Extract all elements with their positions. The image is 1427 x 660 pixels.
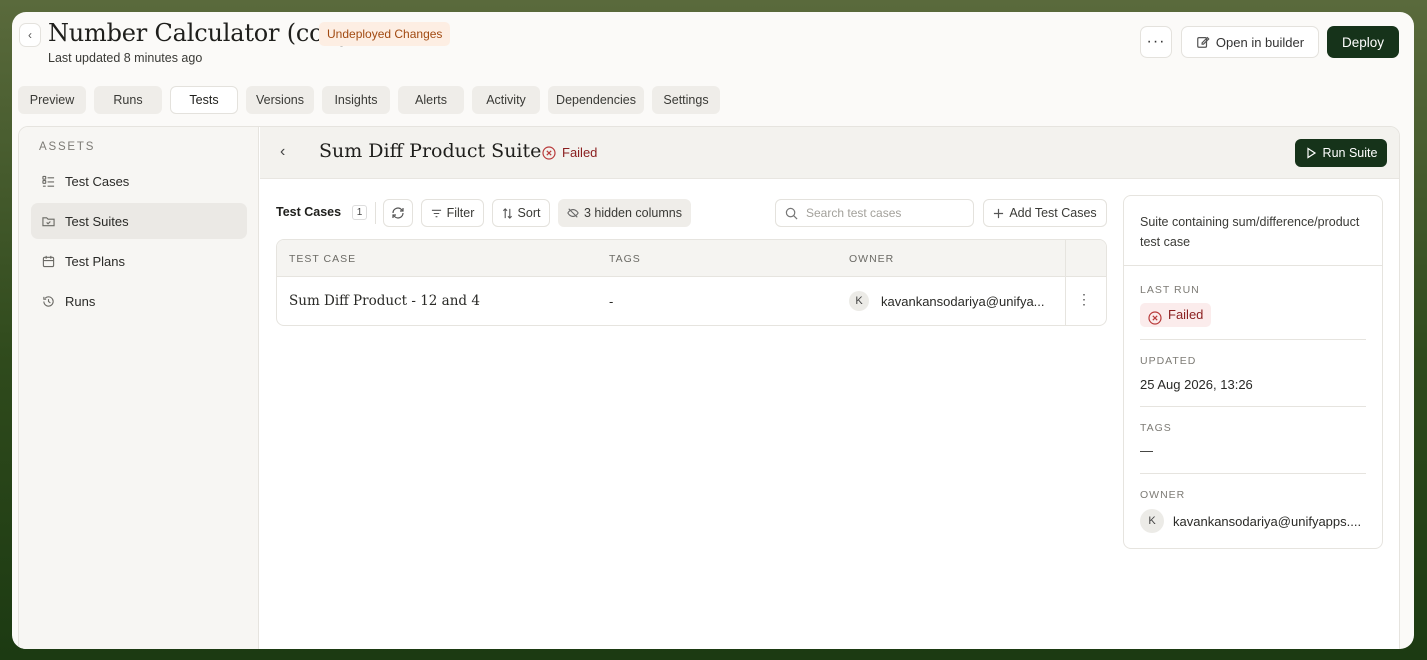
table-header: TEST CASE TAGS OWNER <box>277 240 1106 277</box>
open-in-builder-label: Open in builder <box>1215 34 1305 50</box>
row-actions-icon[interactable]: ⋮ <box>1077 291 1091 308</box>
assets-sidebar: ASSETS Test Cases Test Suites Test Plans… <box>19 127 259 649</box>
add-test-cases-button[interactable]: Add Test Cases <box>983 199 1107 227</box>
filter-button[interactable]: Filter <box>421 199 484 227</box>
avatar: K <box>849 291 869 311</box>
tab-activity[interactable]: Activity <box>472 86 540 114</box>
folder-check-icon <box>42 215 55 228</box>
list-check-icon <box>42 175 55 188</box>
suite-header: ‹ Sum Diff Product Suite Failed Run Suit… <box>260 127 1399 179</box>
history-icon <box>42 295 55 308</box>
deploy-button[interactable]: Deploy <box>1327 26 1399 58</box>
test-cases-label: Test Cases <box>276 205 342 219</box>
content-panel: ASSETS Test Cases Test Suites Test Plans… <box>18 126 1400 649</box>
table-row[interactable]: Sum Diff Product - 12 and 4 - K kavankan… <box>277 277 1106 325</box>
tags-value: — <box>1140 443 1153 458</box>
last-updated-text: Last updated 8 minutes ago <box>48 51 203 65</box>
suite-status: Failed <box>542 145 597 160</box>
sidebar-item-label: Runs <box>65 293 96 309</box>
toolbar-divider <box>375 202 376 224</box>
tab-dependencies[interactable]: Dependencies <box>548 86 644 114</box>
tags-label: TAGS <box>1140 422 1172 434</box>
chevron-left-icon[interactable]: ‹ <box>280 143 285 161</box>
column-divider <box>1065 277 1066 325</box>
sort-icon <box>502 207 512 219</box>
sidebar-item-test-cases[interactable]: Test Cases <box>31 163 247 199</box>
details-divider <box>1140 339 1366 340</box>
details-divider <box>1124 265 1382 266</box>
updated-value: 25 Aug 2026, 13:26 <box>1140 377 1253 392</box>
plus-icon <box>994 208 1004 218</box>
owner-email: kavankansodariya@unifyapps.... <box>1173 513 1362 529</box>
page-title: Number Calculator (copy) <box>48 19 362 47</box>
column-header-owner[interactable]: OWNER <box>849 253 894 265</box>
details-divider <box>1140 406 1366 407</box>
refresh-icon <box>392 207 404 219</box>
edit-icon <box>1197 36 1210 48</box>
app-window: ‹ Number Calculator (copy) Undeployed Ch… <box>12 12 1414 649</box>
assets-section-label: ASSETS <box>39 141 96 153</box>
filter-icon <box>431 209 441 217</box>
column-header-tags[interactable]: TAGS <box>609 253 641 265</box>
more-icon: ··· <box>1146 33 1166 50</box>
test-cases-count: 1 <box>352 205 367 220</box>
sidebar-item-label: Test Cases <box>65 173 130 189</box>
tab-insights[interactable]: Insights <box>322 86 390 114</box>
sort-label: Sort <box>517 206 541 220</box>
test-case-tags: - <box>609 294 614 309</box>
owner-label: OWNER <box>1140 489 1186 501</box>
owner-email: kavankansodariya@unifya... <box>881 293 1045 309</box>
hidden-columns-label: 3 hidden columns <box>584 206 682 220</box>
hidden-columns-button[interactable]: 3 hidden columns <box>558 199 691 227</box>
test-cases-table: TEST CASE TAGS OWNER Sum Diff Product - … <box>276 239 1107 326</box>
suite-status-label: Failed <box>562 145 598 160</box>
suite-description: Suite containing sum/difference/product … <box>1140 215 1360 249</box>
sort-button[interactable]: Sort <box>492 199 550 227</box>
tab-versions[interactable]: Versions <box>246 86 314 114</box>
run-suite-button[interactable]: Run Suite <box>1295 139 1387 167</box>
tab-preview[interactable]: Preview <box>18 86 86 114</box>
last-run-status-label: Failed <box>1168 307 1204 322</box>
column-divider <box>1065 240 1066 276</box>
search-box <box>775 199 974 227</box>
tab-bar: Preview Runs Tests Versions Insights Ale… <box>18 86 720 114</box>
last-run-label: LAST RUN <box>1140 284 1200 296</box>
tab-settings[interactable]: Settings <box>652 86 720 114</box>
calendar-icon <box>42 255 55 268</box>
sidebar-item-label: Test Plans <box>65 253 125 269</box>
details-divider <box>1140 473 1366 474</box>
last-run-status: Failed <box>1140 303 1212 327</box>
open-in-builder-button[interactable]: Open in builder <box>1181 26 1319 58</box>
more-options-button[interactable]: ··· <box>1140 26 1172 58</box>
sidebar-item-test-suites[interactable]: Test Suites <box>31 203 247 239</box>
search-icon <box>785 207 798 219</box>
test-case-name[interactable]: Sum Diff Product - 12 and 4 <box>289 293 480 309</box>
avatar: K <box>1140 509 1164 533</box>
x-circle-icon <box>1148 310 1162 325</box>
suite-title: Sum Diff Product Suite <box>319 140 542 162</box>
tab-runs[interactable]: Runs <box>94 86 162 114</box>
test-case-owner: K kavankansodariya@unifya... <box>849 291 1045 311</box>
filter-label: Filter <box>446 206 475 220</box>
tab-tests[interactable]: Tests <box>170 86 238 114</box>
eye-off-icon <box>567 208 579 218</box>
run-suite-label: Run Suite <box>1322 146 1378 160</box>
sidebar-item-test-plans[interactable]: Test Plans <box>31 243 247 279</box>
suite-details-panel: Suite containing sum/difference/product … <box>1123 195 1383 549</box>
play-icon <box>1306 147 1316 159</box>
add-test-cases-label: Add Test Cases <box>1009 206 1097 220</box>
refresh-button[interactable] <box>383 199 413 227</box>
back-button[interactable]: ‹ <box>19 23 41 47</box>
status-badge: Undeployed Changes <box>319 22 451 46</box>
x-circle-icon <box>542 145 556 160</box>
search-input[interactable] <box>806 206 956 220</box>
sidebar-item-runs[interactable]: Runs <box>31 283 247 319</box>
updated-label: UPDATED <box>1140 355 1197 367</box>
tab-alerts[interactable]: Alerts <box>398 86 464 114</box>
column-header-test-case[interactable]: TEST CASE <box>289 253 356 265</box>
owner-value: K kavankansodariya@unifyapps.... <box>1140 509 1361 533</box>
sidebar-item-label: Test Suites <box>65 213 129 229</box>
chevron-left-icon: ‹ <box>28 28 32 42</box>
